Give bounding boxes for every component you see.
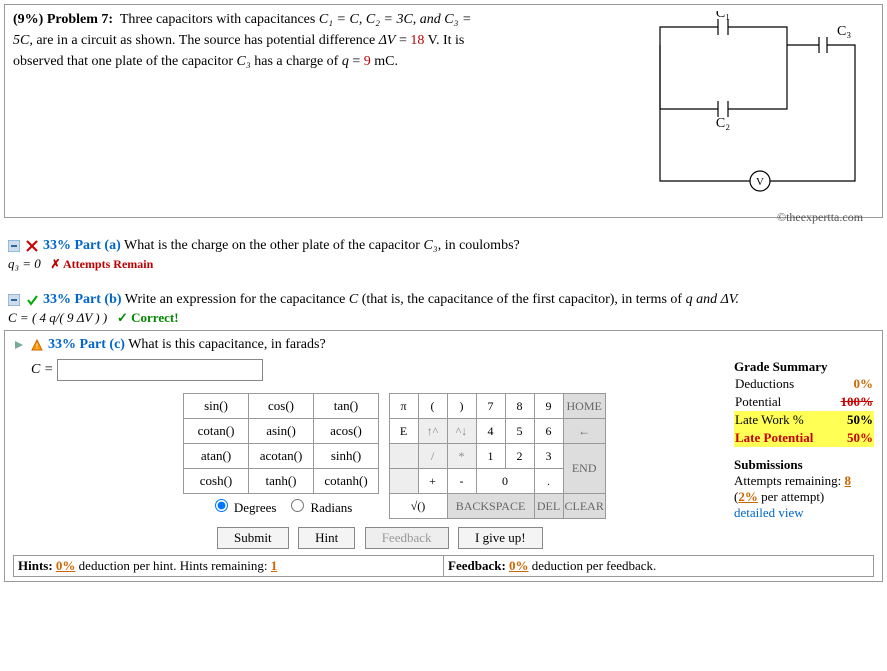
key-0[interactable]: 0: [476, 469, 534, 494]
key-sinh[interactable]: sinh(): [314, 444, 379, 469]
key-home[interactable]: HOME: [563, 394, 605, 419]
key-2[interactable]: 2: [505, 444, 534, 469]
part-c-header: ! 33% Part (c) What is this capacitance,…: [13, 337, 874, 353]
copyright-text: ©theexpertta.com: [765, 210, 875, 225]
grade-summary: Grade Summary Deductions0% Potential100%…: [734, 359, 874, 521]
check-icon: [26, 294, 38, 306]
key-6[interactable]: 6: [534, 419, 563, 444]
collapse-icon[interactable]: [8, 294, 20, 306]
mode-degrees[interactable]: Degrees: [210, 500, 277, 515]
key-sqrt[interactable]: √(): [389, 494, 447, 519]
key-4[interactable]: 4: [476, 419, 505, 444]
key-plus[interactable]: +: [418, 469, 447, 494]
key-minus[interactable]: -: [447, 469, 476, 494]
detailed-view-link[interactable]: detailed view: [734, 505, 874, 521]
key-clear[interactable]: CLEAR: [563, 494, 605, 519]
key-5[interactable]: 5: [505, 419, 534, 444]
footer-row: Hints: 0% deduction per hint. Hints rema…: [13, 555, 874, 577]
key-tanh[interactable]: tanh(): [249, 469, 314, 494]
problem-text: (9%) Problem 7: Three capacitors with ca…: [13, 9, 493, 72]
key-cotan[interactable]: cotan(): [184, 419, 249, 444]
key-sin[interactable]: sin(): [184, 394, 249, 419]
collapse-icon[interactable]: [8, 240, 20, 252]
key-sup[interactable]: ↑^: [418, 419, 447, 444]
key-cotanh[interactable]: cotanh(): [314, 469, 379, 494]
key-div[interactable]: /: [418, 444, 447, 469]
key-7[interactable]: 7: [476, 394, 505, 419]
answer-label: C =: [31, 362, 57, 377]
feedback-info: Feedback: 0% deduction per feedback.: [443, 556, 874, 577]
key-left[interactable]: ←: [563, 419, 605, 444]
problem-box: (9%) Problem 7: Three capacitors with ca…: [4, 4, 883, 218]
key-asin[interactable]: asin(): [249, 419, 314, 444]
svg-text:C₁: C₁: [716, 11, 730, 21]
hints-info: Hints: 0% deduction per hint. Hints rema…: [13, 556, 443, 577]
key-3[interactable]: 3: [534, 444, 563, 469]
key-blank1[interactable]: [389, 444, 418, 469]
part-b-row: 33% Part (b) Write an expression for the…: [4, 290, 883, 310]
part-a-answer: q₃ = 0 ✗ Attempts Remain: [8, 256, 883, 272]
key-blank2[interactable]: [389, 469, 418, 494]
submit-button[interactable]: Submit: [217, 527, 289, 549]
part-a-row: 33% Part (a) What is the charge on the o…: [4, 236, 883, 256]
key-rparen[interactable]: ): [447, 394, 476, 419]
key-1[interactable]: 1: [476, 444, 505, 469]
key-lparen[interactable]: (: [418, 394, 447, 419]
key-sub[interactable]: ^↓: [447, 419, 476, 444]
key-dot[interactable]: .: [534, 469, 563, 494]
key-atan[interactable]: atan(): [184, 444, 249, 469]
mode-radians[interactable]: Radians: [286, 500, 352, 515]
warn-icon: !: [31, 339, 43, 351]
key-end[interactable]: END: [563, 444, 605, 494]
key-e[interactable]: E: [389, 419, 418, 444]
circuit-figure: C₁ C₂ C₃ V ©theexpertta.com: [645, 11, 875, 225]
key-cosh[interactable]: cosh(): [184, 469, 249, 494]
key-acotan[interactable]: acotan(): [249, 444, 314, 469]
key-backspace[interactable]: BACKSPACE: [447, 494, 534, 519]
svg-text:C₂: C₂: [716, 116, 730, 131]
hint-button[interactable]: Hint: [298, 527, 355, 549]
giveup-button[interactable]: I give up!: [458, 527, 543, 549]
key-mul[interactable]: *: [447, 444, 476, 469]
key-pi[interactable]: π: [389, 394, 418, 419]
key-tan[interactable]: tan(): [314, 394, 379, 419]
svg-text:V: V: [756, 176, 764, 188]
key-9[interactable]: 9: [534, 394, 563, 419]
svg-text:C₃: C₃: [837, 24, 851, 39]
key-cos[interactable]: cos(): [249, 394, 314, 419]
wrong-icon: [26, 240, 38, 252]
part-b-answer: C = ( 4 q/( 9 ΔV ) ) ✓ Correct!: [8, 310, 883, 326]
key-8[interactable]: 8: [505, 394, 534, 419]
answer-input[interactable]: [57, 359, 263, 381]
key-acos[interactable]: acos(): [314, 419, 379, 444]
part-c-workspace: ! 33% Part (c) What is this capacitance,…: [4, 330, 883, 582]
svg-text:!: !: [35, 342, 38, 351]
feedback-button: Feedback: [365, 527, 449, 549]
expand-icon[interactable]: [13, 339, 25, 351]
action-row: Submit Hint Feedback I give up!: [217, 527, 874, 549]
key-del[interactable]: DEL: [534, 494, 563, 519]
